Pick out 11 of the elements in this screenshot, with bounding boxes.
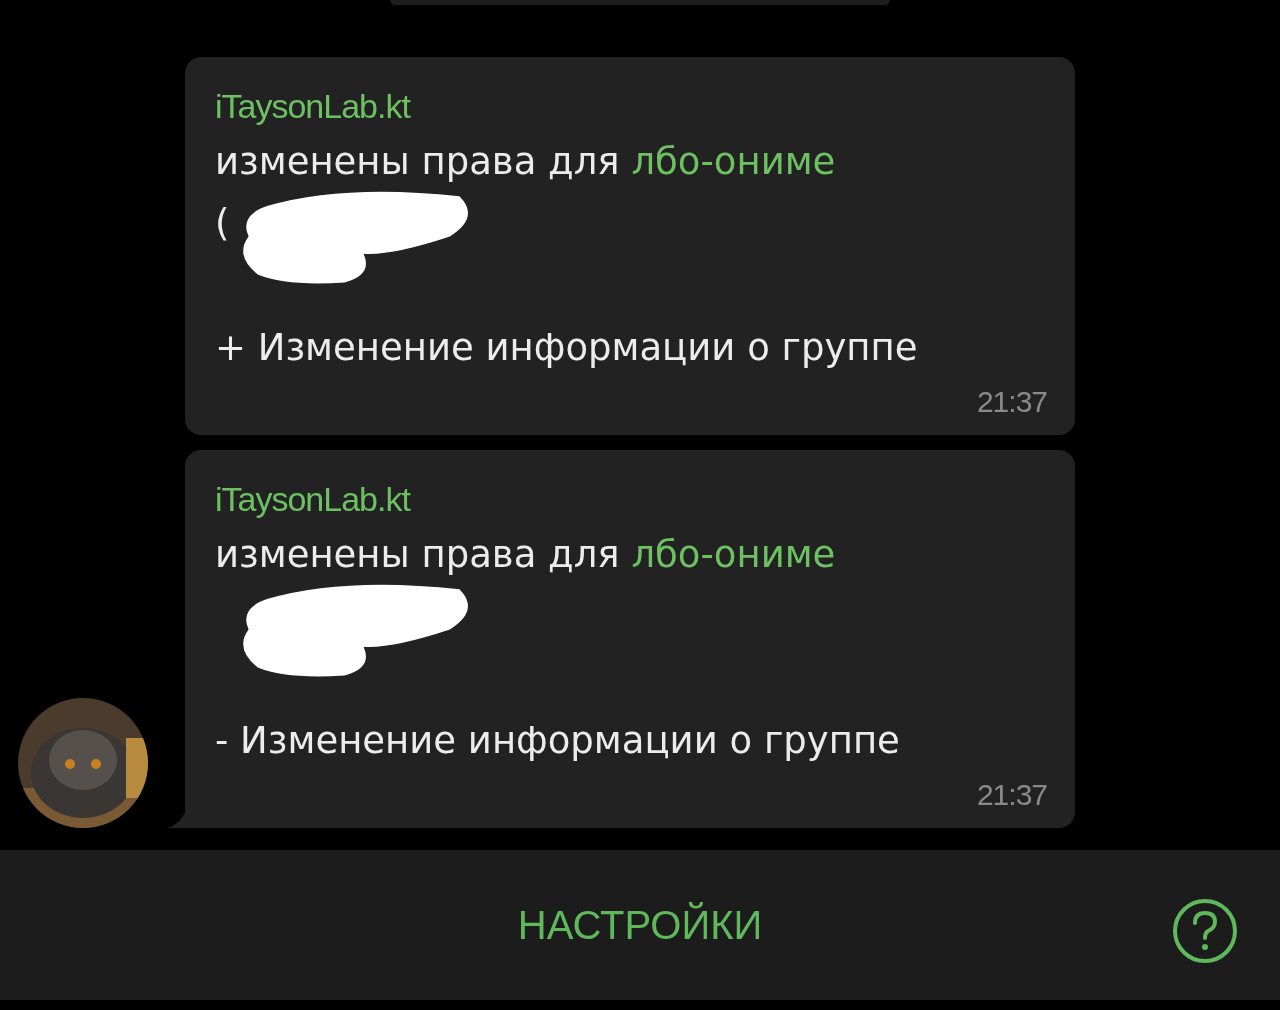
permission-change: + Изменение информации о группе	[215, 325, 919, 371]
message-text: изменены права для лбо-ониме	[215, 532, 837, 578]
help-icon[interactable]	[1172, 898, 1238, 964]
paren-text: (	[215, 202, 230, 245]
settings-button[interactable]: НАСТРОЙКИ	[497, 892, 783, 958]
message-time: 21:37	[976, 777, 1047, 813]
permission-change: - Изменение информации о группе	[215, 718, 901, 764]
sender-name: iTaysonLab.kt	[215, 479, 412, 520]
sender-name: iTaysonLab.kt	[215, 86, 412, 127]
message-time: 21:37	[976, 384, 1047, 420]
message-text: изменены права для лбо-ониме	[215, 139, 837, 185]
